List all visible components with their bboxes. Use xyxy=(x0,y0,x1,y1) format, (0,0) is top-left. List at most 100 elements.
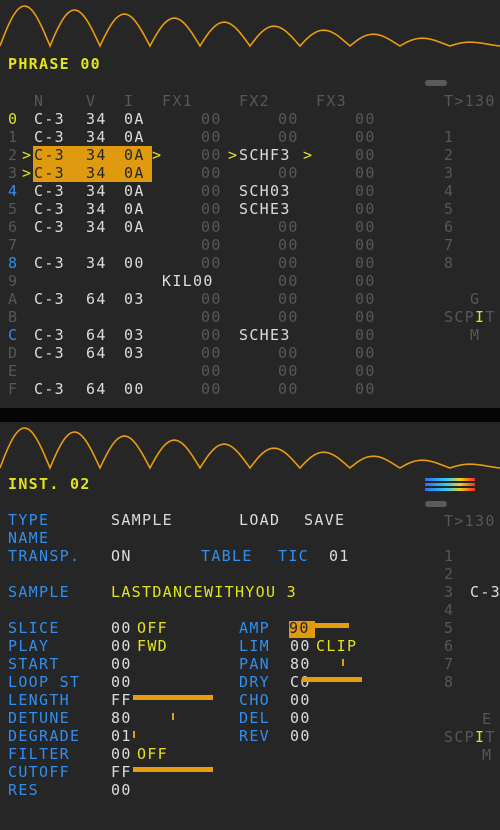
param-value[interactable]: 00 xyxy=(111,673,132,691)
fx1-value[interactable]: 00 xyxy=(201,218,222,236)
sample-value[interactable]: LASTDANCEWITHYOU 3 xyxy=(111,583,297,601)
transpose-value[interactable]: ON xyxy=(111,547,132,565)
volume-cell[interactable]: 34 xyxy=(86,128,107,146)
fx3-value[interactable]: 00 xyxy=(355,236,376,254)
instrument-cell[interactable]: 0A xyxy=(124,146,145,164)
note-cell[interactable]: C-3 xyxy=(34,380,65,398)
volume-cell[interactable]: 34 xyxy=(86,164,107,182)
param-value[interactable]: 80 xyxy=(290,655,311,673)
instrument-cell[interactable]: 03 xyxy=(124,344,145,362)
param-value[interactable]: FF xyxy=(111,763,132,781)
fx1-value[interactable]: 00 xyxy=(201,308,222,326)
param-value[interactable]: 00 xyxy=(111,745,132,763)
param-extra[interactable]: OFF xyxy=(137,619,168,637)
volume-cell[interactable]: 34 xyxy=(86,110,107,128)
fx3-value[interactable]: 00 xyxy=(355,326,376,344)
volume-cell[interactable]: 34 xyxy=(86,254,107,272)
param-extra[interactable]: FWD xyxy=(137,637,168,655)
note-cell[interactable]: C-3 xyxy=(34,182,65,200)
instrument-cell[interactable]: 0A xyxy=(124,128,145,146)
note-cell[interactable]: C-3 xyxy=(34,128,65,146)
fx3-value[interactable]: 00 xyxy=(355,290,376,308)
fx1-value[interactable]: 00 xyxy=(201,182,222,200)
fx3-value[interactable]: 00 xyxy=(355,254,376,272)
fx2-command[interactable]: SCHE3 xyxy=(239,326,291,344)
param-value[interactable]: 80 xyxy=(111,709,132,727)
note-cell[interactable]: C-3 xyxy=(34,254,65,272)
fx1-value[interactable]: 00 xyxy=(201,362,222,380)
table-label[interactable]: TABLE xyxy=(201,547,253,565)
fx3-value[interactable]: 00 xyxy=(355,344,376,362)
fx1-value[interactable]: 00 xyxy=(201,200,222,218)
instrument-cell[interactable]: 0A xyxy=(124,110,145,128)
fx2-value[interactable]: 00 xyxy=(278,254,299,272)
fx2-value[interactable]: 00 xyxy=(278,164,299,182)
volume-cell[interactable]: 64 xyxy=(86,344,107,362)
volume-cell[interactable]: 34 xyxy=(86,200,107,218)
instrument-cell[interactable]: 0A xyxy=(124,218,145,236)
instrument-cell[interactable]: 00 xyxy=(124,254,145,272)
instrument-cell[interactable]: 03 xyxy=(124,326,145,344)
amp-value[interactable]: 90 xyxy=(289,619,310,637)
fx2-command[interactable]: SCHE3 xyxy=(239,200,291,218)
volume-cell[interactable]: 34 xyxy=(86,146,107,164)
note-cell[interactable]: C-3 xyxy=(34,290,65,308)
fx1-value[interactable]: 00 xyxy=(201,164,222,182)
volume-cell[interactable]: 34 xyxy=(86,218,107,236)
instrument-cell[interactable]: 0A xyxy=(124,182,145,200)
fx2-value[interactable]: 00 xyxy=(278,380,299,398)
fx2-value[interactable]: 00 xyxy=(278,290,299,308)
fx3-value[interactable]: 00 xyxy=(355,200,376,218)
note-cell[interactable]: C-3 xyxy=(34,200,65,218)
fx3-value[interactable]: 00 xyxy=(355,218,376,236)
fx2-value[interactable]: 00 xyxy=(278,344,299,362)
fx2-command[interactable]: SCHF3 xyxy=(239,146,291,164)
type-value[interactable]: SAMPLE xyxy=(111,511,173,529)
note-cell[interactable]: C-3 xyxy=(34,164,65,182)
param-value[interactable]: 00 xyxy=(111,637,132,655)
fx3-value[interactable]: 00 xyxy=(355,362,376,380)
instrument-cell[interactable]: 03 xyxy=(124,290,145,308)
param-value[interactable]: 00 xyxy=(290,727,311,745)
fx3-value[interactable]: 00 xyxy=(355,110,376,128)
fx1-value[interactable]: 00 xyxy=(201,110,222,128)
fx3-value[interactable]: 00 xyxy=(355,380,376,398)
param-value[interactable]: FF xyxy=(111,691,132,709)
volume-cell[interactable]: 64 xyxy=(86,290,107,308)
fx1-value[interactable]: 00 xyxy=(201,380,222,398)
fx3-value[interactable]: 00 xyxy=(355,308,376,326)
param-value[interactable]: 01 xyxy=(111,727,132,745)
param-value[interactable]: 00 xyxy=(111,619,132,637)
note-cell[interactable]: C-3 xyxy=(34,344,65,362)
fx3-value[interactable]: 00 xyxy=(355,146,376,164)
fx1-value[interactable]: 00 xyxy=(201,254,222,272)
fx2-value[interactable]: 00 xyxy=(278,110,299,128)
fx1-value[interactable]: 00 xyxy=(201,290,222,308)
note-cell[interactable]: C-3 xyxy=(34,146,65,164)
fx2-value[interactable]: 00 xyxy=(278,236,299,254)
save-button[interactable]: SAVE xyxy=(304,511,345,529)
fx2-value[interactable]: 00 xyxy=(278,362,299,380)
note-cell[interactable]: C-3 xyxy=(34,110,65,128)
fx1-command[interactable]: KIL00 xyxy=(162,272,214,290)
tic-value[interactable]: 01 xyxy=(329,547,350,565)
fx3-value[interactable]: 00 xyxy=(355,272,376,290)
fx2-value[interactable]: 00 xyxy=(278,218,299,236)
note-cell[interactable]: C-3 xyxy=(34,326,65,344)
fx3-value[interactable]: 00 xyxy=(355,164,376,182)
param-value[interactable]: 00 xyxy=(290,691,311,709)
param-value[interactable]: 00 xyxy=(290,709,311,727)
load-button[interactable]: LOAD xyxy=(239,511,280,529)
volume-cell[interactable]: 64 xyxy=(86,326,107,344)
param-extra[interactable]: OFF xyxy=(137,745,168,763)
param-value[interactable]: 00 xyxy=(290,637,311,655)
fx2-value[interactable]: 00 xyxy=(278,308,299,326)
fx3-value[interactable]: 00 xyxy=(355,182,376,200)
param-extra[interactable]: CLIP xyxy=(316,637,357,655)
fx2-value[interactable]: 00 xyxy=(278,272,299,290)
fx3-value[interactable]: 00 xyxy=(355,128,376,146)
volume-cell[interactable]: 34 xyxy=(86,182,107,200)
fx1-value[interactable]: 00 xyxy=(201,344,222,362)
note-cell[interactable]: C-3 xyxy=(34,218,65,236)
fx1-value[interactable]: 00 xyxy=(201,326,222,344)
